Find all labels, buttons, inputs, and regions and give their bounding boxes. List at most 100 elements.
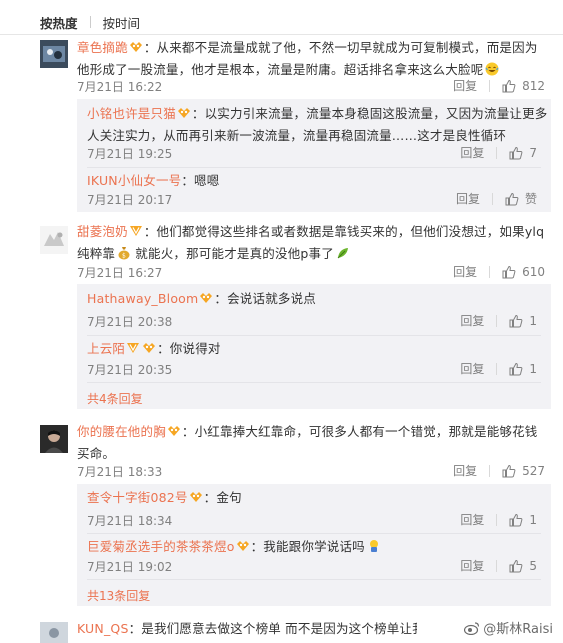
thumbs-up-icon: [502, 265, 516, 278]
like-count: 1: [529, 313, 537, 328]
reply-button[interactable]: 回复: [456, 190, 480, 207]
reply-text: 巨爱菊丞选手的茶茶茶煜o ：我能跟你学说话吗: [87, 536, 549, 558]
reply-username[interactable]: 小铭也许是只猫: [87, 106, 176, 121]
comment-body: ：是我们愿意去做这个榜单 而不是因为这个榜单让我家变成: [128, 621, 417, 636]
reply-time: 7月21日 20:35: [87, 363, 173, 377]
reply-actions: 回复 5: [460, 557, 537, 574]
like-count: 527: [522, 463, 545, 478]
action-divider: [496, 513, 498, 526]
reply-body: ：我能跟你学说话吗: [250, 539, 365, 554]
leaf-emoji-icon: [337, 248, 348, 259]
like-button[interactable]: 5: [509, 559, 537, 573]
like-button[interactable]: 1: [509, 362, 537, 376]
reply-username[interactable]: 巨爱菊丞选手的茶茶茶煜o: [87, 539, 235, 554]
comment-actions: 回复 812: [453, 77, 545, 94]
comment-text: 章色摘跪 ：从来都不是流量成就了他，不然一切早就成为可复制模式，而是因为他形成了一…: [77, 37, 547, 81]
reply-button[interactable]: 回复: [453, 462, 477, 479]
reply-body: ：会说话就多说点: [214, 291, 317, 306]
thumbs-up-icon: [509, 559, 523, 572]
more-replies-link[interactable]: 共13条回复: [87, 587, 150, 604]
weibo-logo-icon: [464, 621, 480, 635]
reply-username[interactable]: Hathaway_Bloom: [87, 291, 198, 306]
watermark-text: @斯林Raisi: [483, 622, 553, 637]
reply-divider: [87, 167, 541, 168]
reply-button[interactable]: 回复: [453, 263, 477, 280]
like-count: 610: [522, 264, 545, 279]
comment-body-continued: 就能火，那可能才是真的没他p事了: [135, 246, 334, 261]
reply-text: 查令十字街082号 ：金句: [87, 487, 549, 509]
like-button[interactable]: 1: [509, 314, 537, 328]
vip-badge-icon: [200, 293, 213, 303]
thumbs-up-icon: [502, 464, 516, 477]
like-count: 1: [529, 361, 537, 376]
comment-actions: 回复 610: [453, 263, 545, 280]
more-replies-link[interactable]: 共4条回复: [87, 390, 143, 407]
like-button[interactable]: 610: [502, 265, 545, 279]
thumbs-up-icon: [509, 513, 523, 526]
reply-actions: 回复 赞: [456, 190, 537, 207]
vip-badge-icon: [236, 541, 249, 551]
reply-button[interactable]: 回复: [460, 312, 484, 329]
reply-actions: 回复 7: [460, 144, 537, 161]
like-button[interactable]: 1: [509, 513, 537, 527]
reply-divider: [87, 579, 541, 580]
reply-divider: [87, 335, 541, 336]
vip-badge-icon: [189, 492, 202, 502]
reply-body: ：嗯嗯: [181, 173, 220, 188]
top-divider: [0, 34, 563, 35]
reply-button[interactable]: 回复: [460, 557, 484, 574]
vip-badge-icon: [127, 343, 140, 353]
avatar[interactable]: [40, 226, 68, 254]
reply-time: 7月21日 19:25: [87, 147, 173, 161]
reply-actions: 回复 1: [460, 312, 537, 329]
replies-box: 小铭也许是只猫 ：以实力引来流量，流量本身稳固这股流量，又因为流量让更多人关注实力…: [77, 99, 551, 212]
comment-username[interactable]: 甜菱泡奶: [77, 224, 128, 239]
watermark: @斯林Raisi: [464, 618, 553, 637]
action-divider: [496, 559, 498, 572]
reply-button[interactable]: 回复: [460, 144, 484, 161]
like-button[interactable]: 7: [509, 146, 537, 160]
reply-username[interactable]: IKUN小仙女一号: [87, 173, 181, 188]
action-divider: [489, 464, 491, 477]
reply-divider: [87, 533, 541, 534]
vip-badge-icon: [129, 226, 142, 236]
sort-by-time-tab[interactable]: 按时间: [103, 13, 141, 32]
avatar[interactable]: [40, 40, 68, 68]
reply-username[interactable]: 上云陌: [87, 341, 125, 356]
replies-box: 查令十字街082号 ：金句 7月21日 18:34 回复 1 巨爱菊丞选手的茶茶茶…: [77, 484, 551, 606]
like-count: 1: [529, 512, 537, 527]
comment-actions: 回复 527: [453, 462, 545, 479]
reply-button[interactable]: 回复: [453, 77, 477, 94]
vip-badge-icon: [167, 426, 180, 436]
avatar[interactable]: [40, 425, 68, 453]
comment-time: 7月21日 18:33: [77, 465, 163, 479]
thumbs-up-icon: [505, 192, 519, 205]
reply-button[interactable]: 回复: [460, 511, 484, 528]
thumbs-up-icon: [509, 362, 523, 375]
comment-username[interactable]: 章色摘跪: [77, 40, 128, 55]
comment-time: 7月21日 16:22: [77, 80, 163, 94]
reply-username[interactable]: 查令十字街082号: [87, 490, 188, 505]
avatar[interactable]: [40, 622, 68, 643]
reply-button[interactable]: 回复: [460, 360, 484, 377]
reply-time: 7月21日 19:02: [87, 560, 173, 574]
laughing-emoji-icon: [485, 62, 499, 76]
money-bag-emoji-icon: $: [118, 247, 130, 260]
reply-body: ：你说得对: [157, 341, 221, 356]
like-button[interactable]: 赞: [505, 190, 537, 207]
sort-by-hot-tab[interactable]: 按热度: [40, 13, 78, 32]
thumbs-up-icon: [509, 146, 523, 159]
comment-username[interactable]: 你的腰在他的胸: [77, 424, 166, 439]
like-count: 812: [522, 78, 545, 93]
action-divider: [491, 192, 493, 205]
like-label: 赞: [524, 192, 537, 206]
action-divider: [489, 79, 491, 92]
comment-text: 你的腰在他的胸 ：小红靠捧大红靠命，可很多人都有一个错觉，那就是能够花钱买命。: [77, 421, 547, 465]
like-button[interactable]: 527: [502, 464, 545, 478]
comment-username[interactable]: KUN_QS: [77, 621, 129, 636]
vip-badge-icon: [143, 343, 156, 353]
bowing-emoji-icon: [369, 540, 378, 552]
comment-text: 甜菱泡奶 ：他们都觉得这些排名或者数据是靠钱买来的，但他们没想过，如果ylq纯粹靠…: [77, 221, 547, 265]
replies-box: Hathaway_Bloom ：会说话就多说点 7月21日 20:38 回复 1 …: [77, 284, 551, 409]
like-button[interactable]: 812: [502, 79, 545, 93]
